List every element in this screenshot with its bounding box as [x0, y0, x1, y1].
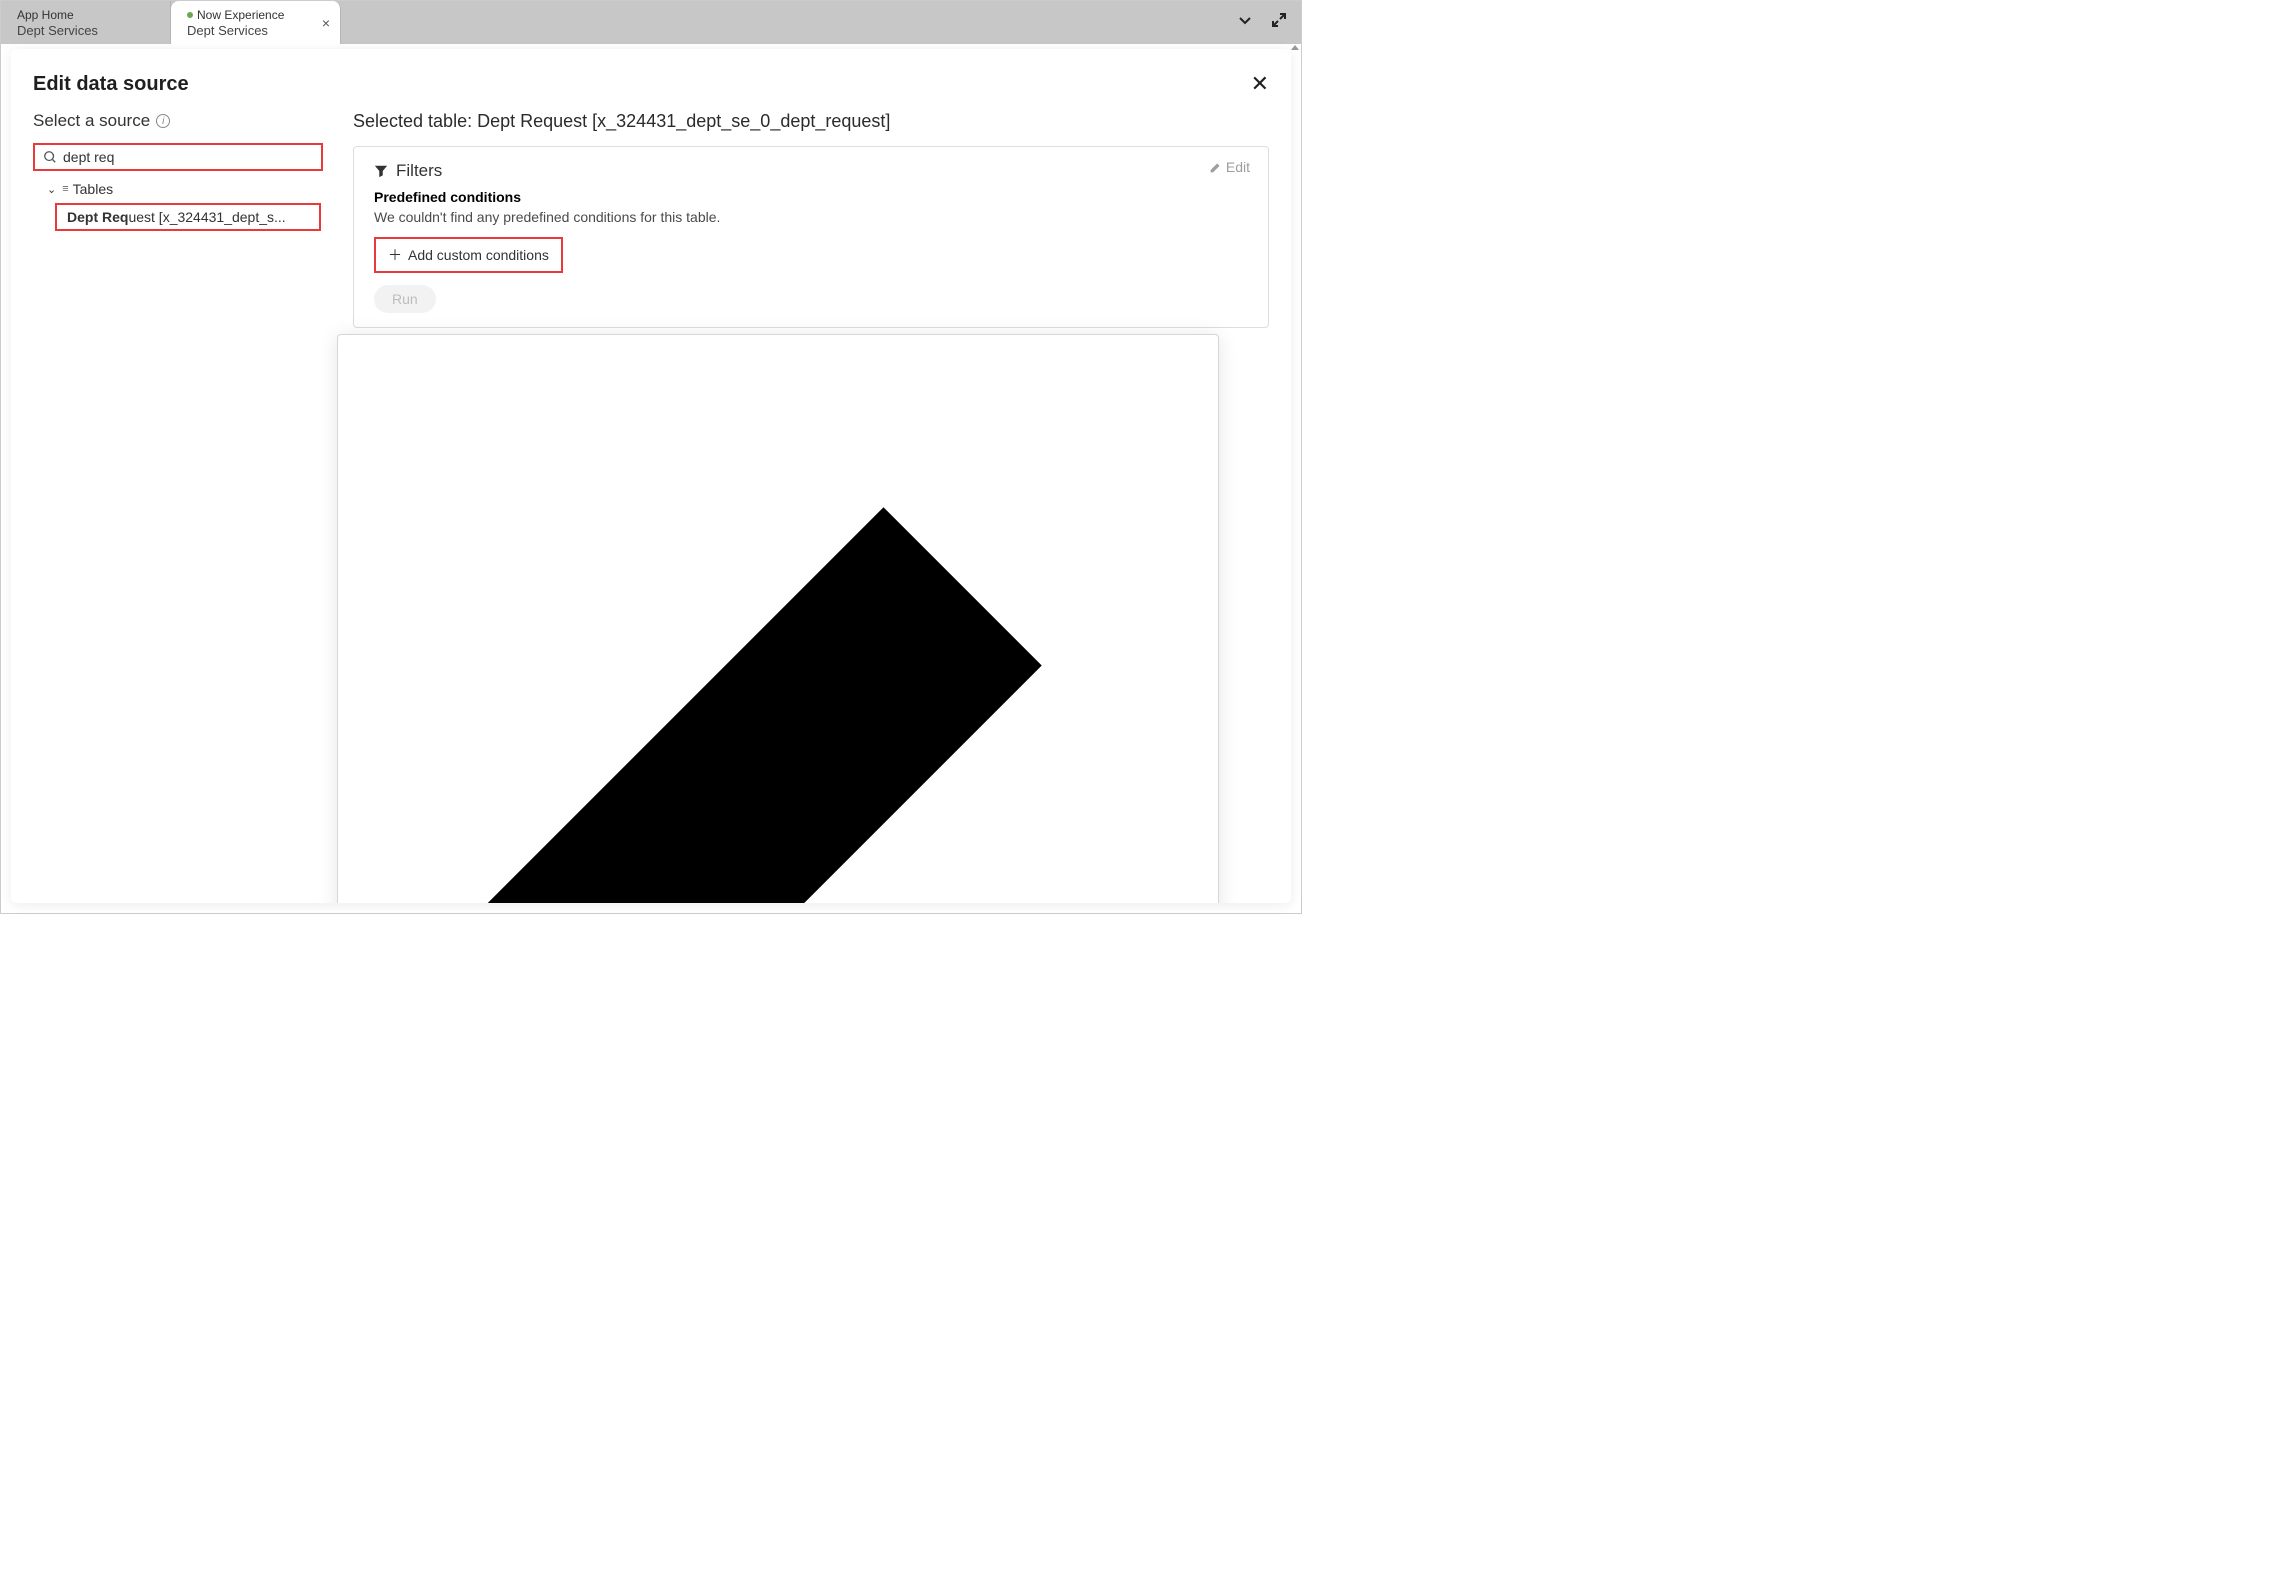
edit-filters-link[interactable]: Edit: [356, 349, 1200, 903]
unsaved-dot-icon: [187, 12, 193, 18]
tree-node-tables[interactable]: ⌄ ≡ Tables: [33, 179, 323, 199]
tab-subtitle: Dept Services: [17, 23, 154, 38]
search-field[interactable]: [63, 149, 313, 165]
predefined-conditions-heading: Predefined conditions: [374, 189, 1248, 205]
selected-table-label: Selected table: Dept Request [x_324431_d…: [353, 111, 1269, 132]
add-custom-conditions-button[interactable]: ＋ Add custom conditions: [374, 237, 563, 273]
pencil-icon: [356, 349, 1200, 903]
source-search-input[interactable]: [33, 143, 323, 171]
expand-icon[interactable]: [1271, 12, 1287, 33]
tab-bar: App Home Dept Services Now Experience De…: [1, 1, 1301, 44]
source-selector-panel: Select a source i ⌄ ≡ Tables Dept Reques…: [33, 111, 323, 885]
chevron-down-icon: ⌄: [47, 183, 56, 196]
filters-header: Filters: [374, 161, 1248, 181]
select-source-label: Select a source i: [33, 111, 323, 131]
tab-title: Now Experience: [187, 8, 324, 22]
close-icon[interactable]: ✕: [1251, 71, 1269, 97]
plus-icon: ＋: [388, 245, 402, 265]
edit-filters-link[interactable]: Edit: [1209, 159, 1250, 175]
tab-app-home[interactable]: App Home Dept Services: [1, 1, 171, 44]
filters-panel-collapsed: Edit Filters Predefined conditions We co…: [353, 146, 1269, 328]
predefined-conditions-text: We couldn't find any predefined conditio…: [374, 209, 1248, 225]
tree-node-label: Tables: [73, 181, 113, 197]
run-button-disabled: Run: [374, 285, 436, 313]
filter-icon: [374, 164, 388, 178]
info-icon[interactable]: i: [156, 114, 170, 128]
tab-subtitle: Dept Services: [187, 23, 324, 38]
source-tree: ⌄ ≡ Tables Dept Request [x_324431_dept_s…: [33, 179, 323, 231]
tree-leaf-dept-request[interactable]: Dept Request [x_324431_dept_s...: [55, 203, 321, 231]
edit-data-source-dialog: Edit data source ✕ Select a source i ⌄ ≡…: [11, 49, 1291, 903]
chevron-down-icon[interactable]: [1237, 12, 1253, 33]
pencil-icon: [1209, 161, 1222, 174]
list-icon: ≡: [62, 183, 66, 195]
filters-panel-expanded: Edit Filters Predefined conditions We co…: [337, 334, 1219, 903]
dialog-title: Edit data source: [33, 73, 189, 96]
tab-close-icon[interactable]: ×: [322, 15, 330, 31]
scroll-up-arrow-icon[interactable]: [1291, 45, 1299, 53]
tab-title: App Home: [17, 8, 154, 22]
search-icon: [43, 150, 57, 164]
tab-now-experience[interactable]: Now Experience Dept Services ×: [171, 1, 341, 44]
